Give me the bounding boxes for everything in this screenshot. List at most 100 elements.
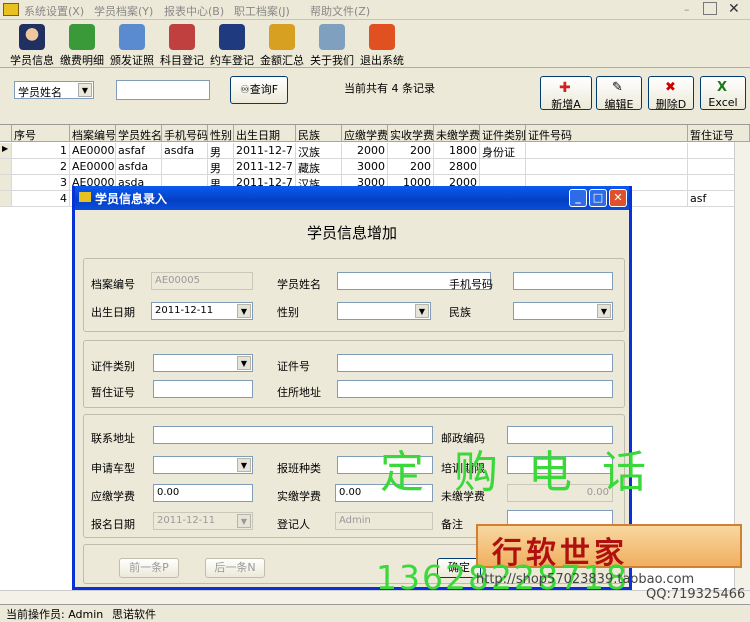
table-cell[interactable] (162, 159, 208, 175)
table-cell[interactable]: asfaf (116, 143, 162, 159)
table-cell[interactable] (526, 159, 688, 175)
table-cell[interactable]: 2011-12-7 (234, 143, 296, 159)
column-header[interactable]: 出生日期 (234, 125, 296, 142)
toolbar-payment-details[interactable]: 缴费明细 (58, 22, 106, 67)
search-input[interactable] (116, 80, 210, 100)
menu-staff-archives[interactable]: 职工档案(J) (234, 3, 290, 19)
address-input[interactable] (337, 380, 613, 398)
table-cell[interactable]: 200 (388, 143, 434, 159)
table-cell[interactable]: 2 (12, 159, 70, 175)
toolbar-car-booking[interactable]: 约车登记 (208, 22, 256, 67)
minimize-button[interactable]: – (684, 3, 700, 16)
column-header[interactable]: 民族 (296, 125, 342, 142)
column-header[interactable]: 性别 (208, 125, 234, 142)
column-header[interactable]: 序号 (12, 125, 70, 142)
nation-select[interactable]: ▼ (513, 302, 613, 320)
menu-system-settings[interactable]: 系统设置(X) (24, 3, 84, 19)
table-cell[interactable]: 200 (388, 159, 434, 175)
row-selector[interactable] (0, 159, 12, 175)
id-number-input[interactable] (337, 354, 613, 372)
toolbar-exit[interactable]: 退出系统 (358, 22, 406, 67)
column-header[interactable]: 手机号码 (162, 125, 208, 142)
menu-reports[interactable]: 报表中心(B) (164, 3, 224, 19)
menu-help[interactable]: 帮助文件(Z) (310, 3, 370, 19)
table-cell[interactable]: 4 (12, 191, 70, 207)
dialog-title-bar[interactable]: 学员信息录入 _ □ ✕ (75, 186, 629, 210)
plus-icon: ✚ (559, 80, 571, 96)
add-button[interactable]: ✚ 新增A (540, 76, 592, 111)
table-cell[interactable]: AE00001 (70, 143, 116, 159)
toolbar-subject-register[interactable]: 科目登记 (158, 22, 206, 67)
table-cell[interactable]: 3000 (342, 159, 388, 175)
car-type-select[interactable]: ▼ (153, 456, 253, 474)
table-cell[interactable]: asdfa (162, 143, 208, 159)
excel-button[interactable]: X Excel (700, 76, 746, 110)
row-selector[interactable]: ▶ (0, 143, 12, 159)
excel-icon: X (717, 80, 728, 95)
student-avatar-icon (19, 24, 45, 50)
id-type-select[interactable]: ▼ (153, 354, 253, 372)
fee-due-input[interactable]: 0.00 (153, 484, 253, 502)
table-cell[interactable]: 1 (12, 143, 70, 159)
row-selector[interactable] (0, 191, 12, 207)
table-cell[interactable]: 3 (12, 175, 70, 191)
column-header[interactable]: 证件号码 (526, 125, 688, 142)
phone-label: 手机号码 (449, 278, 493, 291)
gender-label: 性别 (277, 306, 299, 319)
table-cell[interactable]: AE00002 (70, 159, 116, 175)
dialog-maximize-button[interactable]: □ (589, 189, 607, 207)
dialog-close-button[interactable]: ✕ (609, 189, 627, 207)
search-button[interactable]: ♾查询F (230, 76, 288, 104)
table-cell[interactable]: 身份证 (480, 143, 526, 159)
toolbar-issue-license[interactable]: 颁发证照 (108, 22, 156, 67)
gender-select[interactable]: ▼ (337, 302, 431, 320)
table-cell[interactable] (480, 159, 526, 175)
toolbar-about[interactable]: 关于我们 (308, 22, 356, 67)
column-header[interactable]: 学员姓名 (116, 125, 162, 142)
edit-button[interactable]: ✎ 编辑E (596, 76, 642, 111)
chevron-down-icon: ▼ (415, 304, 429, 318)
column-header[interactable]: 应缴学费 (342, 125, 388, 142)
maximize-button[interactable] (703, 2, 717, 15)
table-cell[interactable]: 1800 (434, 143, 480, 159)
phone-input[interactable] (513, 272, 613, 290)
search-field-select[interactable]: 学员姓名 ▼ (14, 81, 94, 99)
table-cell[interactable]: 2800 (434, 159, 480, 175)
temp-id-input[interactable] (153, 380, 253, 398)
toolbar: 学员信息 缴费明细 颁发证照 科目登记 约车登记 金额汇总 关于我们 退出系统 (0, 20, 750, 68)
vertical-scrollbar[interactable] (734, 142, 750, 590)
delete-button[interactable]: ✖ 删除D (648, 76, 694, 111)
column-header[interactable]: 档案编号 (70, 125, 116, 142)
chevron-down-icon: ▼ (237, 356, 251, 370)
row-selector[interactable] (0, 175, 12, 191)
birth-label: 出生日期 (91, 306, 135, 319)
table-cell[interactable]: 男 (208, 143, 234, 159)
table-cell[interactable] (526, 143, 688, 159)
temp-id-label: 暂住证号 (91, 386, 135, 399)
column-header[interactable]: 证件类别 (480, 125, 526, 142)
archive-no-label: 档案编号 (91, 278, 135, 291)
column-header[interactable]: 未缴学费 (434, 125, 480, 142)
birth-date-picker[interactable]: 2011-12-11 ▼ (151, 302, 253, 320)
toolbar-amount-summary[interactable]: 金额汇总 (258, 22, 306, 67)
next-record-button[interactable]: 后一条N (205, 558, 265, 578)
sign-date-label: 报名日期 (91, 518, 135, 531)
close-button[interactable]: ✕ (728, 1, 744, 17)
table-cell[interactable]: 汉族 (296, 143, 342, 159)
table-cell[interactable]: 2000 (342, 143, 388, 159)
sign-date-picker: 2011-12-11 ▼ (153, 512, 253, 530)
table-cell[interactable]: 2011-12-7 (234, 159, 296, 175)
status-bar: 当前操作员: Admin 思诺软件 (0, 604, 750, 621)
table-cell[interactable]: 藏族 (296, 159, 342, 175)
column-header[interactable]: 实收学费 (388, 125, 434, 142)
menu-student-archives[interactable]: 学员档案(Y) (94, 3, 153, 19)
column-header[interactable]: 暂住证号 (688, 125, 750, 142)
prev-record-button[interactable]: 前一条P (119, 558, 179, 578)
toolbar-student-info[interactable]: 学员信息 (8, 22, 56, 67)
row-selector-header (0, 125, 12, 142)
status-company: 思诺软件 (112, 608, 156, 621)
table-cell[interactable]: 男 (208, 159, 234, 175)
dialog-minimize-button[interactable]: _ (569, 189, 587, 207)
table-cell[interactable]: asfda (116, 159, 162, 175)
pencil-icon: ✎ (612, 80, 623, 95)
